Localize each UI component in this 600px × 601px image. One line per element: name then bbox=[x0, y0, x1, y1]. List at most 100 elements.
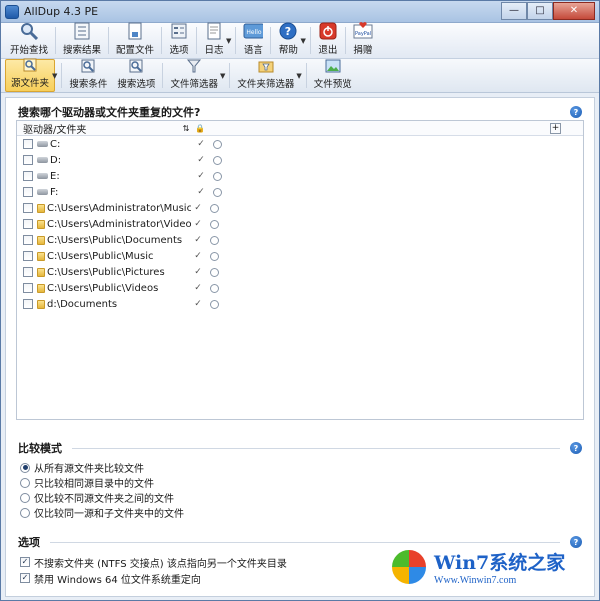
file-filter-dropdown-arrow-icon[interactable]: ▼ bbox=[220, 72, 225, 80]
title-bar[interactable]: AllDup 4.3 PE — □ ✕ bbox=[1, 1, 599, 23]
compare-option-label: 只比较相同源目录中的文件 bbox=[34, 479, 154, 490]
exit-button[interactable]: 退出 bbox=[313, 22, 343, 58]
main-toolbar: 开始查找 搜索结果 配置文件 选项 日志 ▼ Hello 语言 ? 帮助 ▼ 退… bbox=[1, 22, 599, 59]
file-filter-button[interactable]: 文件筛选器 bbox=[165, 59, 223, 92]
folder-filter-button[interactable]: 文件夹筛选器 bbox=[232, 59, 299, 92]
row-radio[interactable] bbox=[213, 139, 222, 149]
list-item[interactable]: F: ✓ bbox=[17, 184, 583, 200]
row-checkbox[interactable] bbox=[23, 299, 33, 309]
folder-icon bbox=[37, 299, 45, 309]
content-panel: 搜索哪个驱动器或文件夹重复的文件? ? 驱动器/文件夹 ⇅ 🔒 + C: ✓ D: ✓… bbox=[5, 97, 595, 597]
list-item[interactable]: d:\Documents ✓ bbox=[17, 296, 583, 312]
start-search-button[interactable]: 开始查找 bbox=[5, 23, 53, 58]
list-item[interactable]: C:\Users\Administrator\Music ✓ bbox=[17, 200, 583, 216]
row-radio[interactable] bbox=[210, 203, 219, 213]
subfolder-check-icon[interactable]: ✓ bbox=[191, 267, 205, 277]
log-button[interactable]: 日志 bbox=[199, 22, 229, 58]
row-checkbox[interactable] bbox=[23, 139, 33, 149]
toolbar-separator bbox=[229, 63, 231, 88]
search-criteria-icon bbox=[79, 58, 97, 74]
add-column-button[interactable]: + bbox=[550, 122, 561, 134]
row-radio[interactable] bbox=[210, 219, 219, 229]
search-options-button[interactable]: 搜索选项 bbox=[112, 59, 160, 92]
subfolder-check-icon[interactable]: ✓ bbox=[191, 235, 205, 245]
donate-label: 捐赠 bbox=[353, 45, 373, 56]
list-item[interactable]: D: ✓ bbox=[17, 152, 583, 168]
toolbar-separator bbox=[196, 27, 198, 54]
compare-radio[interactable] bbox=[20, 477, 30, 488]
row-checkbox[interactable] bbox=[23, 203, 33, 213]
minimize-button[interactable]: — bbox=[501, 1, 527, 20]
compare-option[interactable]: 从所有源文件夹比较文件 bbox=[6, 460, 594, 475]
list-item[interactable]: C:\Users\Public\Pictures ✓ bbox=[17, 264, 583, 280]
subfolder-column-icon[interactable]: ⇅ bbox=[179, 124, 193, 133]
config-file-button[interactable]: 配置文件 bbox=[111, 22, 159, 58]
source-folder-button[interactable]: 源文件夹 bbox=[5, 58, 56, 92]
compare-option[interactable]: 仅比较不同源文件夹之间的文件 bbox=[6, 490, 594, 505]
compare-help-icon[interactable]: ? bbox=[570, 442, 582, 454]
row-radio[interactable] bbox=[210, 267, 219, 277]
search-options-label: 搜索选项 bbox=[117, 79, 156, 90]
subfolder-check-icon[interactable]: ✓ bbox=[194, 171, 208, 181]
list-item[interactable]: C:\Users\Public\Documents ✓ bbox=[17, 232, 583, 248]
subfolder-check-icon[interactable]: ✓ bbox=[194, 187, 208, 197]
row-radio[interactable] bbox=[213, 171, 222, 181]
compare-mode-header: 比较模式 ? bbox=[6, 434, 594, 460]
maximize-button[interactable]: □ bbox=[527, 1, 553, 20]
close-button[interactable]: ✕ bbox=[553, 1, 595, 20]
source-folder-dropdown-arrow-icon[interactable]: ▼ bbox=[52, 72, 57, 80]
list-item[interactable]: C:\Users\Public\Videos ✓ bbox=[17, 280, 583, 296]
row-radio[interactable] bbox=[210, 299, 219, 309]
source-help-icon[interactable]: ? bbox=[570, 106, 582, 118]
donate-button[interactable]: PayPal 捐赠 bbox=[348, 22, 378, 58]
toolbar-separator bbox=[162, 63, 164, 88]
search-criteria-button[interactable]: 搜索条件 bbox=[64, 59, 112, 92]
options-button[interactable]: 选项 bbox=[164, 23, 194, 58]
subfolder-check-icon[interactable]: ✓ bbox=[191, 283, 205, 293]
row-checkbox[interactable] bbox=[23, 219, 33, 229]
subfolder-check-icon[interactable]: ✓ bbox=[191, 251, 205, 261]
compare-radio[interactable] bbox=[20, 492, 30, 503]
row-checkbox[interactable] bbox=[23, 283, 33, 293]
row-checkbox[interactable] bbox=[23, 235, 33, 245]
subfolder-check-icon[interactable]: ✓ bbox=[191, 219, 205, 229]
subfolder-check-icon[interactable]: ✓ bbox=[194, 139, 208, 149]
row-radio[interactable] bbox=[210, 235, 219, 245]
row-path: C:\Users\Administrator\Videos bbox=[47, 218, 191, 230]
row-path: d:\Documents bbox=[47, 298, 118, 310]
compare-radio[interactable] bbox=[20, 462, 30, 473]
lock-column-icon[interactable]: 🔒 bbox=[193, 124, 207, 133]
option-checkbox[interactable] bbox=[20, 557, 30, 567]
row-radio[interactable] bbox=[210, 251, 219, 261]
row-checkbox[interactable] bbox=[23, 171, 33, 181]
compare-option[interactable]: 只比较相同源目录中的文件 bbox=[6, 475, 594, 490]
source-section-title: 搜索哪个驱动器或文件夹重复的文件? bbox=[18, 106, 201, 119]
subfolder-check-icon[interactable]: ✓ bbox=[191, 299, 205, 309]
language-button[interactable]: Hello 语言 bbox=[238, 23, 268, 58]
help-button[interactable]: ? 帮助 bbox=[273, 22, 303, 58]
section-divider bbox=[72, 447, 560, 449]
row-checkbox[interactable] bbox=[23, 251, 33, 261]
option-checkbox[interactable] bbox=[20, 573, 30, 583]
folder-icon bbox=[37, 203, 45, 213]
drive-icon bbox=[37, 141, 48, 147]
row-radio[interactable] bbox=[210, 283, 219, 293]
compare-option[interactable]: 仅比较同一源和子文件夹中的文件 bbox=[6, 505, 594, 520]
list-item[interactable]: C:\Users\Public\Music ✓ bbox=[17, 248, 583, 264]
list-item[interactable]: C: ✓ bbox=[17, 136, 583, 152]
subfolder-check-icon[interactable]: ✓ bbox=[191, 203, 205, 213]
row-radio[interactable] bbox=[213, 187, 222, 197]
subfolder-check-icon[interactable]: ✓ bbox=[194, 155, 208, 165]
search-results-button[interactable]: 搜索结果 bbox=[58, 22, 106, 58]
drive-rows: C: ✓ D: ✓ E: ✓ F: ✓ C:\Users\Administrator\Music… bbox=[17, 136, 583, 312]
row-checkbox[interactable] bbox=[23, 155, 33, 165]
col-drive-folder[interactable]: 驱动器/文件夹 bbox=[17, 121, 179, 136]
row-radio[interactable] bbox=[213, 155, 222, 165]
list-item[interactable]: C:\Users\Administrator\Videos ✓ bbox=[17, 216, 583, 232]
compare-radio[interactable] bbox=[20, 507, 30, 518]
row-checkbox[interactable] bbox=[23, 267, 33, 277]
folder-filter-dropdown-arrow-icon[interactable]: ▼ bbox=[296, 72, 301, 80]
file-preview-button[interactable]: 文件预览 bbox=[309, 59, 357, 92]
row-checkbox[interactable] bbox=[23, 187, 33, 197]
list-item[interactable]: E: ✓ bbox=[17, 168, 583, 184]
